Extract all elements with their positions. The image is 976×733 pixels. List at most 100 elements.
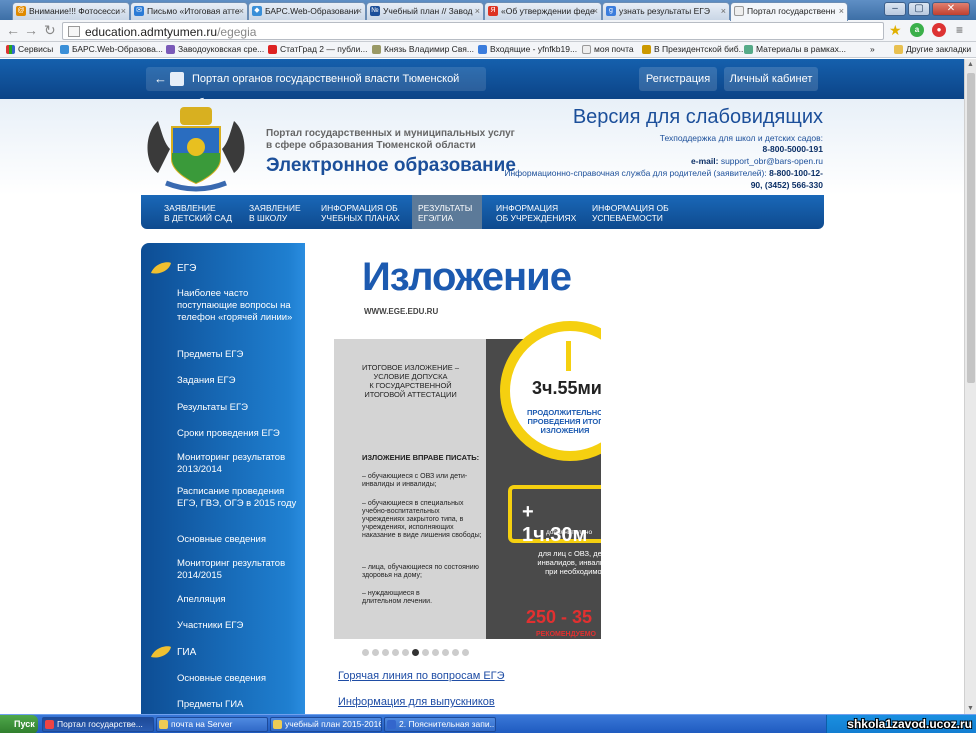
bookmark-prince[interactable]: Князь Владимир Свя... [372,44,474,55]
sidebar-item-tasks[interactable]: Задания ЕГЭ [177,375,297,387]
sidebar-item-results[interactable]: Результаты ЕГЭ [177,402,297,414]
tab-1[interactable]: ✉ Письмо «Итоговая атте × [130,2,248,20]
tab-6[interactable]: Портал государственн × [730,2,848,21]
yandex-icon: Я [488,6,498,16]
slider-dot[interactable] [442,649,449,656]
coat-of-arms-icon[interactable] [140,103,252,195]
extension-icon[interactable]: a [910,23,924,37]
slide-duration: 3ч.55ми [532,378,601,398]
site-title[interactable]: Электронное образование [266,155,516,177]
slider-dot[interactable] [382,649,389,656]
word-icon [387,720,396,729]
bookmark-apps[interactable]: Сервисы [6,44,53,55]
tab-3[interactable]: № Учебный план // Завод × [366,2,484,20]
cabinet-button[interactable]: Личный кабинет [724,67,818,91]
menu-school[interactable]: Заявление в школу [249,203,301,223]
close-icon[interactable]: × [239,3,244,19]
minimize-button[interactable]: – [884,2,906,16]
bookmark-library[interactable]: В Президентской биб... [642,44,746,55]
tab-4[interactable]: Я «Об утверждении феде × [484,2,602,20]
bookmark-materials[interactable]: Материалы в рамках... [744,44,846,55]
site-header: Портал государственных и муниципальных у… [0,99,964,195]
sidebar-item-participants[interactable]: Участники ЕГЭ [177,620,297,632]
close-icon[interactable]: × [121,3,126,19]
sidebar-item-faq[interactable]: Наиболее часто поступающие вопросы на те… [177,288,297,324]
tab-0[interactable]: @ Внимание!!! Фотосесси × [12,2,130,20]
sidebar-item-gia-subjects[interactable]: Предметы ГИА [177,699,297,711]
bars-icon [60,45,69,54]
task-browser[interactable]: Портал государстве... [42,717,154,732]
slider-dot[interactable] [362,649,369,656]
link-graduates[interactable]: Информация для выпускников [338,696,495,708]
link-hotline[interactable]: Горячая линия по вопросам ЕГЭ [338,670,505,682]
tab-label: Портал государственн [747,6,836,16]
address-bar[interactable]: education.admtyumen.ru/egegia [62,22,884,40]
menu-progress[interactable]: Информация об успеваемости [592,203,669,223]
sidebar-section-gia[interactable]: ГИА [177,647,196,658]
low-vision-link[interactable]: Версия для слабовидящих [573,106,823,129]
register-button[interactable]: Регистрация [639,67,717,91]
bookmark-mail[interactable]: моя почта [582,44,634,55]
close-icon[interactable]: × [475,3,480,19]
sidebar-section-ege[interactable]: ЕГЭ [177,263,196,274]
close-icon[interactable]: × [721,3,726,19]
slider-dot[interactable] [452,649,459,656]
scroll-down-icon[interactable]: ▼ [967,705,974,712]
reload-icon[interactable]: ↻ [44,23,56,37]
slider-image[interactable]: Изложение WWW.EGE.EDU.RU ИТОГОВОЕ ИЗЛОЖЕ… [322,243,601,641]
slide-item: – лица, обучающиеся по состоянию здоровь… [362,564,479,579]
slider-dot[interactable] [392,649,399,656]
menu-results[interactable]: Результаты ЕГЭ/ГИА [412,195,482,229]
menu-institutions[interactable]: Информация об учреждениях [496,203,576,223]
maximize-button[interactable]: ▢ [908,2,930,16]
slider-dot[interactable] [372,649,379,656]
slider-dot[interactable] [432,649,439,656]
sidebar-item-subjects[interactable]: Предметы ЕГЭ [177,349,297,361]
sidebar-item-schedule-2015[interactable]: Расписание проведения ЕГЭ, ГВЭ, ОГЭ в 20… [177,486,297,510]
portal-link[interactable]: ← Портал органов государственной власти … [146,67,486,109]
bookmark-statgrad[interactable]: СтатГрад 2 — публи... [268,44,367,55]
sidebar-item-dates[interactable]: Сроки проведения ЕГЭ [177,428,297,440]
browser-window: @ Внимание!!! Фотосесси × ✉ Письмо «Итогова… [0,0,976,733]
task-mail[interactable]: почта на Server [156,717,268,732]
bookmark-star-icon[interactable]: ★ [889,22,902,39]
task-document[interactable]: 2. Пояснительная запи... [384,717,496,732]
tab-5[interactable]: g узнать результаты ЕГЭ × [602,2,730,20]
scroll-thumb[interactable] [967,73,975,383]
slider-dot[interactable] [402,649,409,656]
sidebar-item-gia-basic[interactable]: Основные сведения [177,673,297,685]
sidebar-item-basic-info[interactable]: Основные сведения [177,534,297,546]
sidebar-item-appeal[interactable]: Апелляция [177,594,297,606]
scroll-up-icon[interactable]: ▲ [967,61,974,68]
close-icon[interactable]: × [357,3,362,19]
slide-item: – нуждающиеся в длительном лечении. [362,590,433,605]
url-path: /egegia [217,25,257,39]
bookmark-inbox[interactable]: Входящие - yfnfkb19... [478,44,577,55]
slider-dot[interactable] [412,649,419,656]
sidebar-item-monitoring-2013[interactable]: Мониторинг результатов 2013/2014 [177,452,297,476]
tab-2[interactable]: ◆ БАРС.Web-Образовани × [248,2,366,20]
adblock-icon[interactable]: ● [932,23,946,37]
bookmark-other[interactable]: Другие закладки [894,44,971,55]
back-icon[interactable]: ← [6,23,20,37]
sidebar-item-monitoring-2014[interactable]: Мониторинг результатов 2014/2015 [177,558,297,582]
task-folder[interactable]: учебный план 2015-2016 [270,717,382,732]
more-bookmarks[interactable]: » [870,44,875,55]
slide-extra-time: + 1ч.30м [522,501,588,546]
close-icon[interactable]: × [593,3,598,19]
vertical-scrollbar[interactable]: ▲ ▼ [964,59,976,714]
support-label: Техподдержка для школ и детских садов: [659,133,823,143]
tab-label: «Об утверждении феде [501,6,595,16]
start-button[interactable]: Пуск [0,715,38,733]
forward-icon[interactable]: → [24,23,38,37]
bookmark-school[interactable]: Заводоуковская сре... [166,44,264,55]
close-icon[interactable]: × [839,3,844,19]
menu-study-plans[interactable]: Информация об учебных планах [321,203,400,223]
window-close-button[interactable]: ✕ [932,2,970,16]
slider-dot[interactable] [422,649,429,656]
menu-kindergarten[interactable]: Заявление в детский сад [164,203,232,223]
slide-word-count: 250 - 35 [526,607,593,627]
slider-dot[interactable] [462,649,469,656]
menu-icon[interactable]: ≡ [956,23,970,37]
bookmark-bars[interactable]: БАРС.Web-Образова... [60,44,163,55]
